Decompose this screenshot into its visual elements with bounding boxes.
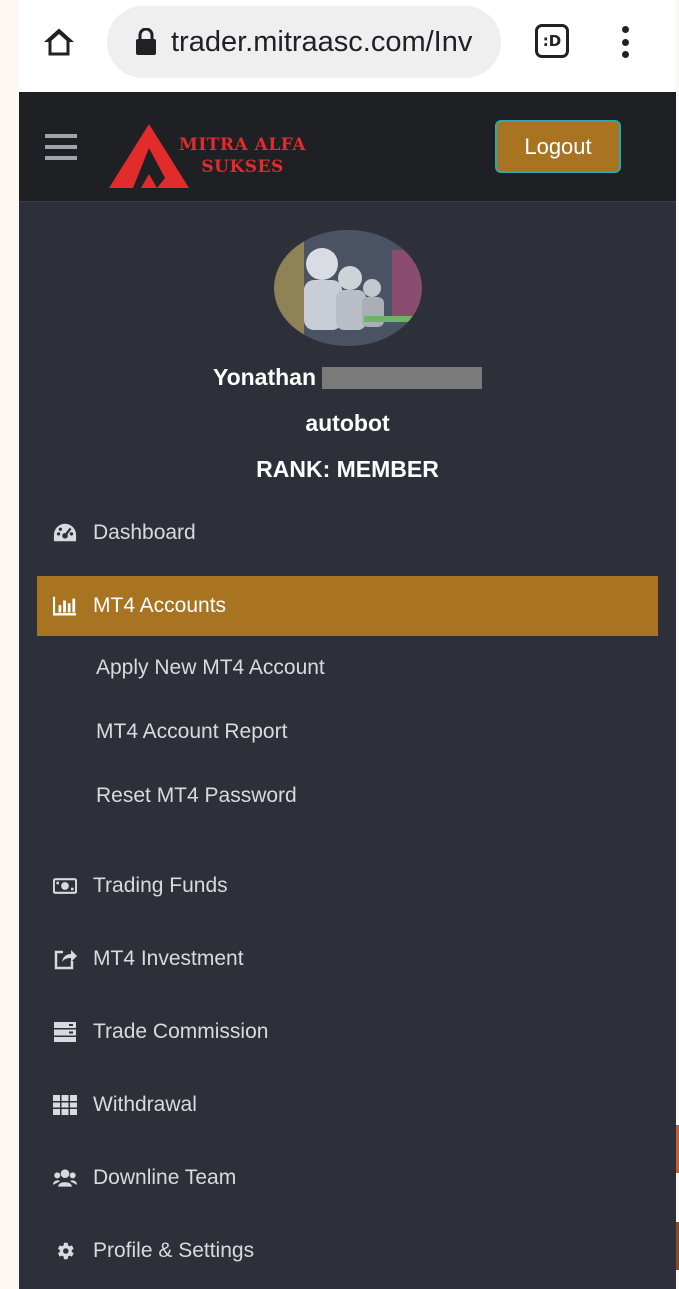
nav-trading-funds[interactable]: Trading Funds xyxy=(19,861,676,911)
home-icon xyxy=(44,28,74,56)
gear-icon xyxy=(53,1239,77,1263)
more-vert-icon[interactable] xyxy=(615,22,635,62)
server-icon xyxy=(53,1020,77,1044)
nav-apply-mt4-account[interactable]: Apply New MT4 Account xyxy=(96,656,325,680)
brand-logo[interactable]: MITRA ALFA SUKSES xyxy=(109,122,329,192)
nav-mt4-accounts[interactable]: MT4 Accounts xyxy=(37,576,658,636)
nav-dashboard[interactable]: Dashboard xyxy=(19,508,676,558)
logo-text: MITRA ALFA SUKSES xyxy=(179,135,307,177)
username: autobot xyxy=(305,410,390,436)
user-rank: RANK: MEMBER xyxy=(256,456,439,482)
redacted-surname xyxy=(322,366,483,389)
bar-chart-icon xyxy=(53,594,77,618)
grid-icon xyxy=(53,1093,77,1117)
browser-toolbar: trader.mitraasc.com/Inv :D xyxy=(19,0,676,92)
url-text: trader.mitraasc.com/Inv xyxy=(171,25,473,58)
tachometer-icon xyxy=(53,521,77,545)
home-button[interactable] xyxy=(39,20,79,64)
lock-icon xyxy=(133,27,159,57)
address-bar[interactable]: trader.mitraasc.com/Inv xyxy=(107,6,501,78)
nav-mt4-investment[interactable]: MT4 Investment xyxy=(19,934,676,984)
app-header: MITRA ALFA SUKSES Logout xyxy=(19,92,676,202)
user-name: Yonathan xyxy=(19,364,676,391)
money-bill-icon xyxy=(53,874,77,898)
nav-profile-settings[interactable]: Profile & Settings xyxy=(19,1226,676,1276)
nav-downline-team[interactable]: Downline Team xyxy=(19,1153,676,1203)
sidebar: Yonathan autobot RANK: MEMBER Dashboard … xyxy=(19,202,676,1289)
logout-button[interactable]: Logout xyxy=(495,120,621,173)
nav-mt4-account-report[interactable]: MT4 Account Report xyxy=(96,720,287,744)
tab-switcher-button[interactable]: :D xyxy=(535,24,569,58)
nav-trade-commission[interactable]: Trade Commission xyxy=(19,1007,676,1057)
nav-reset-mt4-password[interactable]: Reset MT4 Password xyxy=(96,784,297,808)
nav-withdrawal[interactable]: Withdrawal xyxy=(19,1080,676,1130)
hamburger-menu-icon[interactable] xyxy=(45,134,77,160)
share-square-icon xyxy=(53,947,77,971)
users-icon xyxy=(53,1166,77,1190)
avatar xyxy=(274,230,422,346)
